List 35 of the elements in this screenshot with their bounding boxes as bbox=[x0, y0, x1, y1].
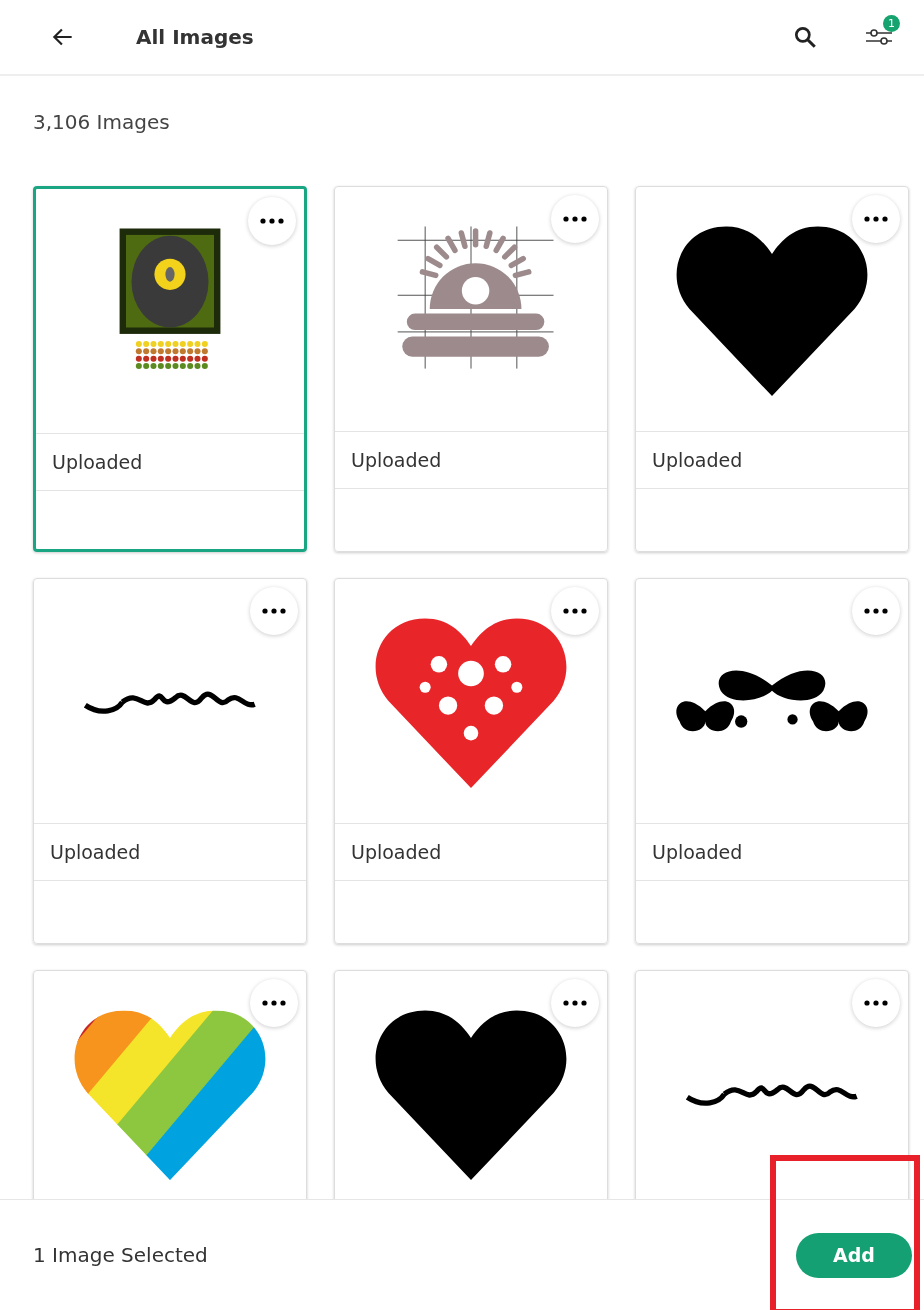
image-card[interactable]: Uploaded bbox=[334, 578, 608, 944]
image-card[interactable]: Uploaded bbox=[635, 578, 909, 944]
more-options-button[interactable] bbox=[551, 979, 599, 1027]
selection-status: 1 Image Selected bbox=[33, 1243, 208, 1267]
image-card[interactable]: Uploaded bbox=[635, 186, 909, 552]
more-options-button[interactable] bbox=[250, 979, 298, 1027]
filter-count-badge: 1 bbox=[883, 15, 900, 32]
more-options-button[interactable] bbox=[551, 587, 599, 635]
image-label: Uploaded bbox=[636, 432, 908, 489]
more-options-button[interactable] bbox=[852, 979, 900, 1027]
image-card[interactable]: Uploaded bbox=[334, 186, 608, 552]
more-icon bbox=[260, 218, 284, 224]
more-options-button[interactable] bbox=[852, 195, 900, 243]
more-icon bbox=[864, 216, 888, 222]
image-card[interactable]: Uploaded bbox=[33, 578, 307, 944]
more-icon bbox=[563, 608, 587, 614]
page-title: All Images bbox=[136, 25, 254, 49]
more-icon bbox=[864, 1000, 888, 1006]
image-card[interactable]: Uploaded bbox=[33, 186, 307, 552]
image-label: Uploaded bbox=[335, 432, 607, 489]
image-label: Uploaded bbox=[36, 434, 304, 491]
image-count: 3,106 Images bbox=[33, 110, 171, 134]
image-label: Uploaded bbox=[636, 824, 908, 881]
more-icon bbox=[262, 1000, 286, 1006]
image-label: Uploaded bbox=[335, 824, 607, 881]
more-options-button[interactable] bbox=[852, 587, 900, 635]
more-options-button[interactable] bbox=[250, 587, 298, 635]
search-icon[interactable] bbox=[792, 24, 818, 50]
more-options-button[interactable] bbox=[551, 195, 599, 243]
more-icon bbox=[262, 608, 286, 614]
more-icon bbox=[563, 1000, 587, 1006]
more-icon bbox=[563, 216, 587, 222]
more-options-button[interactable] bbox=[248, 197, 296, 245]
more-icon bbox=[864, 608, 888, 614]
image-label: Uploaded bbox=[34, 824, 306, 881]
